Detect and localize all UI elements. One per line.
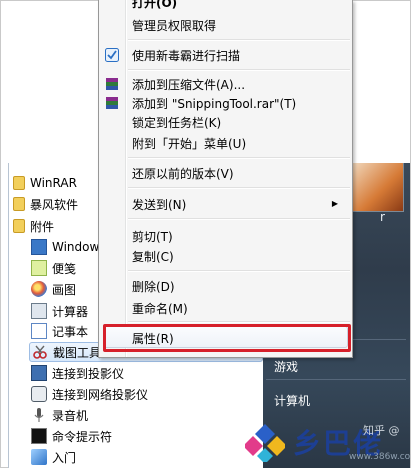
duba-icon xyxy=(105,48,119,62)
folder-icon xyxy=(13,197,25,211)
cmd-icon xyxy=(31,428,47,444)
menu-item-add-to-archive[interactable]: 添加到压缩文件(A)... xyxy=(132,76,245,93)
menu-item-open[interactable]: 打开(O) xyxy=(132,0,177,11)
brand-logo-icon xyxy=(243,422,287,464)
menu-separator xyxy=(128,218,350,220)
menu-separator xyxy=(128,187,350,189)
context-menu: 打开(O) 管理员权限取得 使用新毒霸进行扫描 添加到压缩文件(A)... 添加… xyxy=(98,0,353,358)
watermark-url: www.386w.com xyxy=(349,452,411,462)
right-pane-item-computer[interactable]: 计算机 xyxy=(274,392,310,409)
program-label: WinRAR xyxy=(30,176,77,190)
program-label: 命令提示符 xyxy=(52,429,113,444)
program-folder-winrar[interactable]: WinRAR xyxy=(13,173,77,193)
program-command-prompt[interactable]: 命令提示符 xyxy=(31,426,112,446)
program-folder-baofeng[interactable]: 暴风软件 xyxy=(13,194,78,214)
program-sound-recorder[interactable]: 录音机 xyxy=(31,405,88,425)
menu-item-delete[interactable]: 删除(D) xyxy=(132,278,175,295)
menu-separator xyxy=(128,157,350,159)
menu-item-take-ownership[interactable]: 管理员权限取得 xyxy=(132,17,216,34)
program-calculator[interactable]: 计算器 xyxy=(31,301,88,321)
submenu-arrow-icon: ▶ xyxy=(331,199,338,208)
program-label: 记事本 xyxy=(52,324,89,339)
snipping-tool-icon xyxy=(32,344,48,360)
microphone-icon xyxy=(31,407,47,423)
right-pane-item-games[interactable]: 游戏 xyxy=(274,358,298,375)
watermark-zhihu: 知乎 @ xyxy=(363,424,400,437)
menu-separator xyxy=(128,321,350,323)
winrar-icon xyxy=(105,96,119,110)
menu-item-pin-to-start[interactable]: 附到「开始」菜单(U) xyxy=(132,135,246,152)
program-connect-network-projector[interactable]: 连接到网络投影仪 xyxy=(31,384,148,404)
program-label: 计算器 xyxy=(52,304,89,319)
paint-icon xyxy=(31,281,47,297)
menu-separator xyxy=(128,270,350,272)
network-projector-icon xyxy=(31,386,47,402)
menu-item-rename[interactable]: 重命名(M) xyxy=(132,300,188,317)
program-label: 便笺 xyxy=(52,261,77,276)
sticky-notes-icon xyxy=(31,260,47,276)
program-label: 连接到投影仪 xyxy=(52,366,125,381)
winrar-icon xyxy=(105,77,119,91)
menu-item-copy[interactable]: 复制(C) xyxy=(132,248,174,265)
projector-icon xyxy=(31,365,47,381)
menu-item-restore-previous-versions[interactable]: 还原以前的版本(V) xyxy=(132,165,234,182)
menu-item-cut[interactable]: 剪切(T) xyxy=(132,228,173,245)
program-label: 附件 xyxy=(30,219,55,234)
program-sticky-notes[interactable]: 便笺 xyxy=(31,258,76,278)
menu-item-duba-scan[interactable]: 使用新毒霸进行扫描 xyxy=(132,47,240,64)
program-label: 连接到网络投影仪 xyxy=(52,387,149,402)
folder-icon xyxy=(13,219,25,233)
notepad-icon xyxy=(31,323,47,339)
menu-item-add-to-snippingtool-rar[interactable]: 添加到 "SnippingTool.rar"(T) xyxy=(132,95,296,112)
program-getting-started[interactable]: 入门 xyxy=(31,447,76,467)
program-label: 录音机 xyxy=(52,408,89,423)
properties-highlight-box xyxy=(103,324,351,352)
user-picture[interactable] xyxy=(346,163,404,212)
menu-icon-gutter xyxy=(126,0,127,357)
program-notepad[interactable]: 记事本 xyxy=(31,321,88,341)
watermark: 乡巴佬 知乎 @ www.386w.com xyxy=(243,418,411,468)
windows-icon xyxy=(31,239,47,255)
program-label: 截图工具 xyxy=(53,345,102,360)
program-label: Window xyxy=(52,240,100,254)
program-label: 画图 xyxy=(52,282,77,297)
program-label: 入门 xyxy=(52,450,77,465)
program-windows[interactable]: Window xyxy=(31,237,99,257)
menu-separator xyxy=(128,69,350,71)
program-paint[interactable]: 画图 xyxy=(31,279,76,299)
program-connect-projector[interactable]: 连接到投影仪 xyxy=(31,363,124,383)
program-label: 暴风软件 xyxy=(30,197,79,212)
menu-item-pin-to-taskbar[interactable]: 锁定到任务栏(K) xyxy=(132,114,221,131)
folder-icon xyxy=(13,176,25,190)
right-pane-partial-label: r xyxy=(380,210,385,224)
right-pane-divider xyxy=(266,379,406,380)
menu-separator xyxy=(128,39,350,41)
getting-started-icon xyxy=(31,449,47,465)
calculator-icon xyxy=(31,303,47,319)
menu-item-send-to[interactable]: 发送到(N) xyxy=(132,196,186,213)
program-folder-accessories[interactable]: 附件 xyxy=(13,216,54,236)
